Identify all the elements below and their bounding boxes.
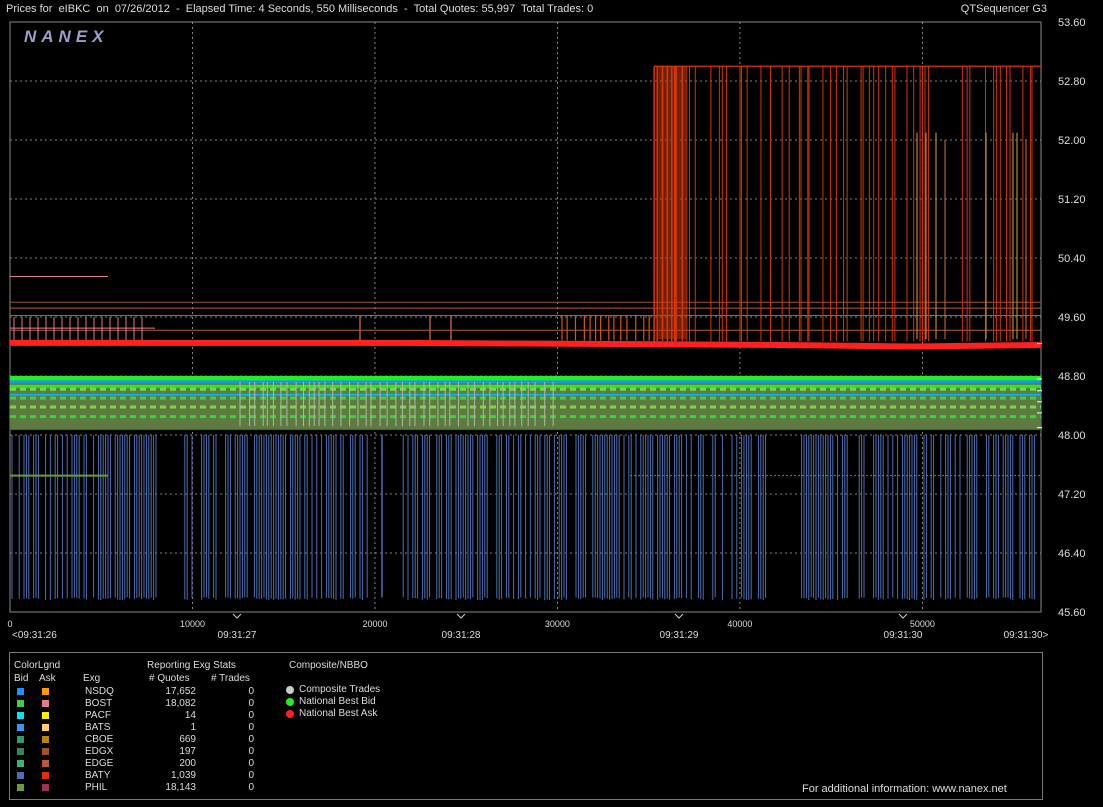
national-best-bid-band [10,376,1041,381]
quote-count: 200 [179,758,196,769]
quote-count: 18,082 [165,698,196,709]
quote-count: 18,143 [165,782,196,793]
composite-dot [286,710,294,718]
exchange-name: PACF [85,710,111,721]
time-tick-label: 09:31:30> [1004,630,1049,641]
nsdq-bid-line [10,380,1041,384]
exchange-name: CBOE [85,734,114,745]
x-tick-label: 20000 [362,619,387,629]
ask-swatch [42,772,49,779]
exchange-name: BOST [85,698,113,709]
trade-count: 0 [248,758,254,769]
composite-dot [286,686,294,694]
exchange-name: BATS [85,722,111,733]
bid-swatch [17,772,24,779]
y-tick-label: 46.40 [1058,548,1086,560]
time-marker [898,613,908,619]
y-tick-label: 52.80 [1058,76,1086,88]
bid-swatch [17,736,24,743]
bid-swatch [17,712,24,719]
trade-count: 0 [248,782,254,793]
composite-dot [286,698,294,706]
quote-count: 669 [179,734,196,745]
ask-swatch [42,724,49,731]
x-tick-label: 40000 [727,619,752,629]
trade-count: 0 [248,734,254,745]
price-chart: 53.60 52.80 52.00 51.20 50.40 49.60 48.80 48.00… [7,17,1086,641]
y-tick-label: 52.00 [1058,135,1086,147]
y-tick-label: 48.00 [1058,430,1086,442]
footer-link[interactable]: For additional information: www.nanex.ne… [802,783,1007,795]
trade-count: 0 [248,722,254,733]
ask-swatch [42,712,49,719]
y-tick-label: 50.40 [1058,253,1086,265]
exg-header: Exg [83,673,101,684]
composite-label: National Best Bid [299,696,376,707]
time-marker [456,613,466,619]
ask-swatch [42,700,49,707]
exchange-name: EDGE [85,758,114,769]
x-tick-label: 50000 [910,619,935,629]
nanex-logo: NANEX [24,27,109,46]
bid-swatch [17,784,24,791]
bid-swatch [17,724,24,731]
bid-swatch [17,748,24,755]
quote-count: 14 [184,710,196,721]
y-tick-label: 49.60 [1058,312,1086,324]
composite-label: Composite Trades [299,684,381,695]
exchange-name: PHIL [85,782,108,793]
x-tick-label: 10000 [180,619,205,629]
ask-swatch [42,748,49,755]
bid-swatch [17,688,24,695]
exchange-name: NSDQ [85,686,114,697]
quote-count: 1,039 [170,770,196,781]
time-tick-label: <09:31:26 [12,630,57,641]
trade-count: 0 [248,710,254,721]
bid-level-line [10,393,1041,396]
colorlgnd-label: ColorLgnd [14,660,61,671]
quote-count: 1 [190,722,196,733]
trade-count: 0 [248,770,254,781]
composite-label: National Best Ask [299,708,378,719]
quote-count: 197 [179,746,196,757]
trades-header: # Trades [211,673,250,684]
time-tick-label: 09:31:28 [442,630,481,641]
time-tick-label: 09:31:27 [218,630,257,641]
y-tick-label: 48.80 [1058,371,1086,383]
quote-count: 17,652 [165,686,196,697]
ask-swatch [42,760,49,767]
national-best-bid-band [10,384,1041,388]
legend-panel: ColorLgnd Bid Ask Exg Reporting Exg Stat… [9,652,1043,800]
bid-header: Bid [14,673,29,684]
ask-header: Ask [39,673,56,684]
x-tick-label: 0 [7,619,12,629]
time-marker [232,613,242,619]
time-tick-label: 09:31:29 [660,630,699,641]
x-tick-label: 30000 [545,619,570,629]
y-tick-label: 51.20 [1058,194,1086,206]
trade-count: 0 [248,698,254,709]
ask-swatch [42,688,49,695]
time-tick-label: 09:31:30 [884,630,923,641]
trade-count: 0 [248,746,254,757]
y-tick-label: 53.60 [1058,17,1086,29]
exchange-name: EDGX [85,746,114,757]
ask-spike-block [658,66,687,340]
bid-swatch [17,760,24,767]
y-tick-label: 47.20 [1058,489,1086,501]
ask-swatch [42,736,49,743]
quotes-header: # Quotes [149,673,190,684]
exchange-name: BATY [85,770,111,781]
composite-title: Composite/NBBO [289,660,368,671]
ask-swatch [42,784,49,791]
trade-count: 0 [248,686,254,697]
y-tick-label: 45.60 [1058,607,1086,619]
stats-title: Reporting Exg Stats [147,660,236,671]
bid-swatch [17,700,24,707]
time-marker [674,613,684,619]
